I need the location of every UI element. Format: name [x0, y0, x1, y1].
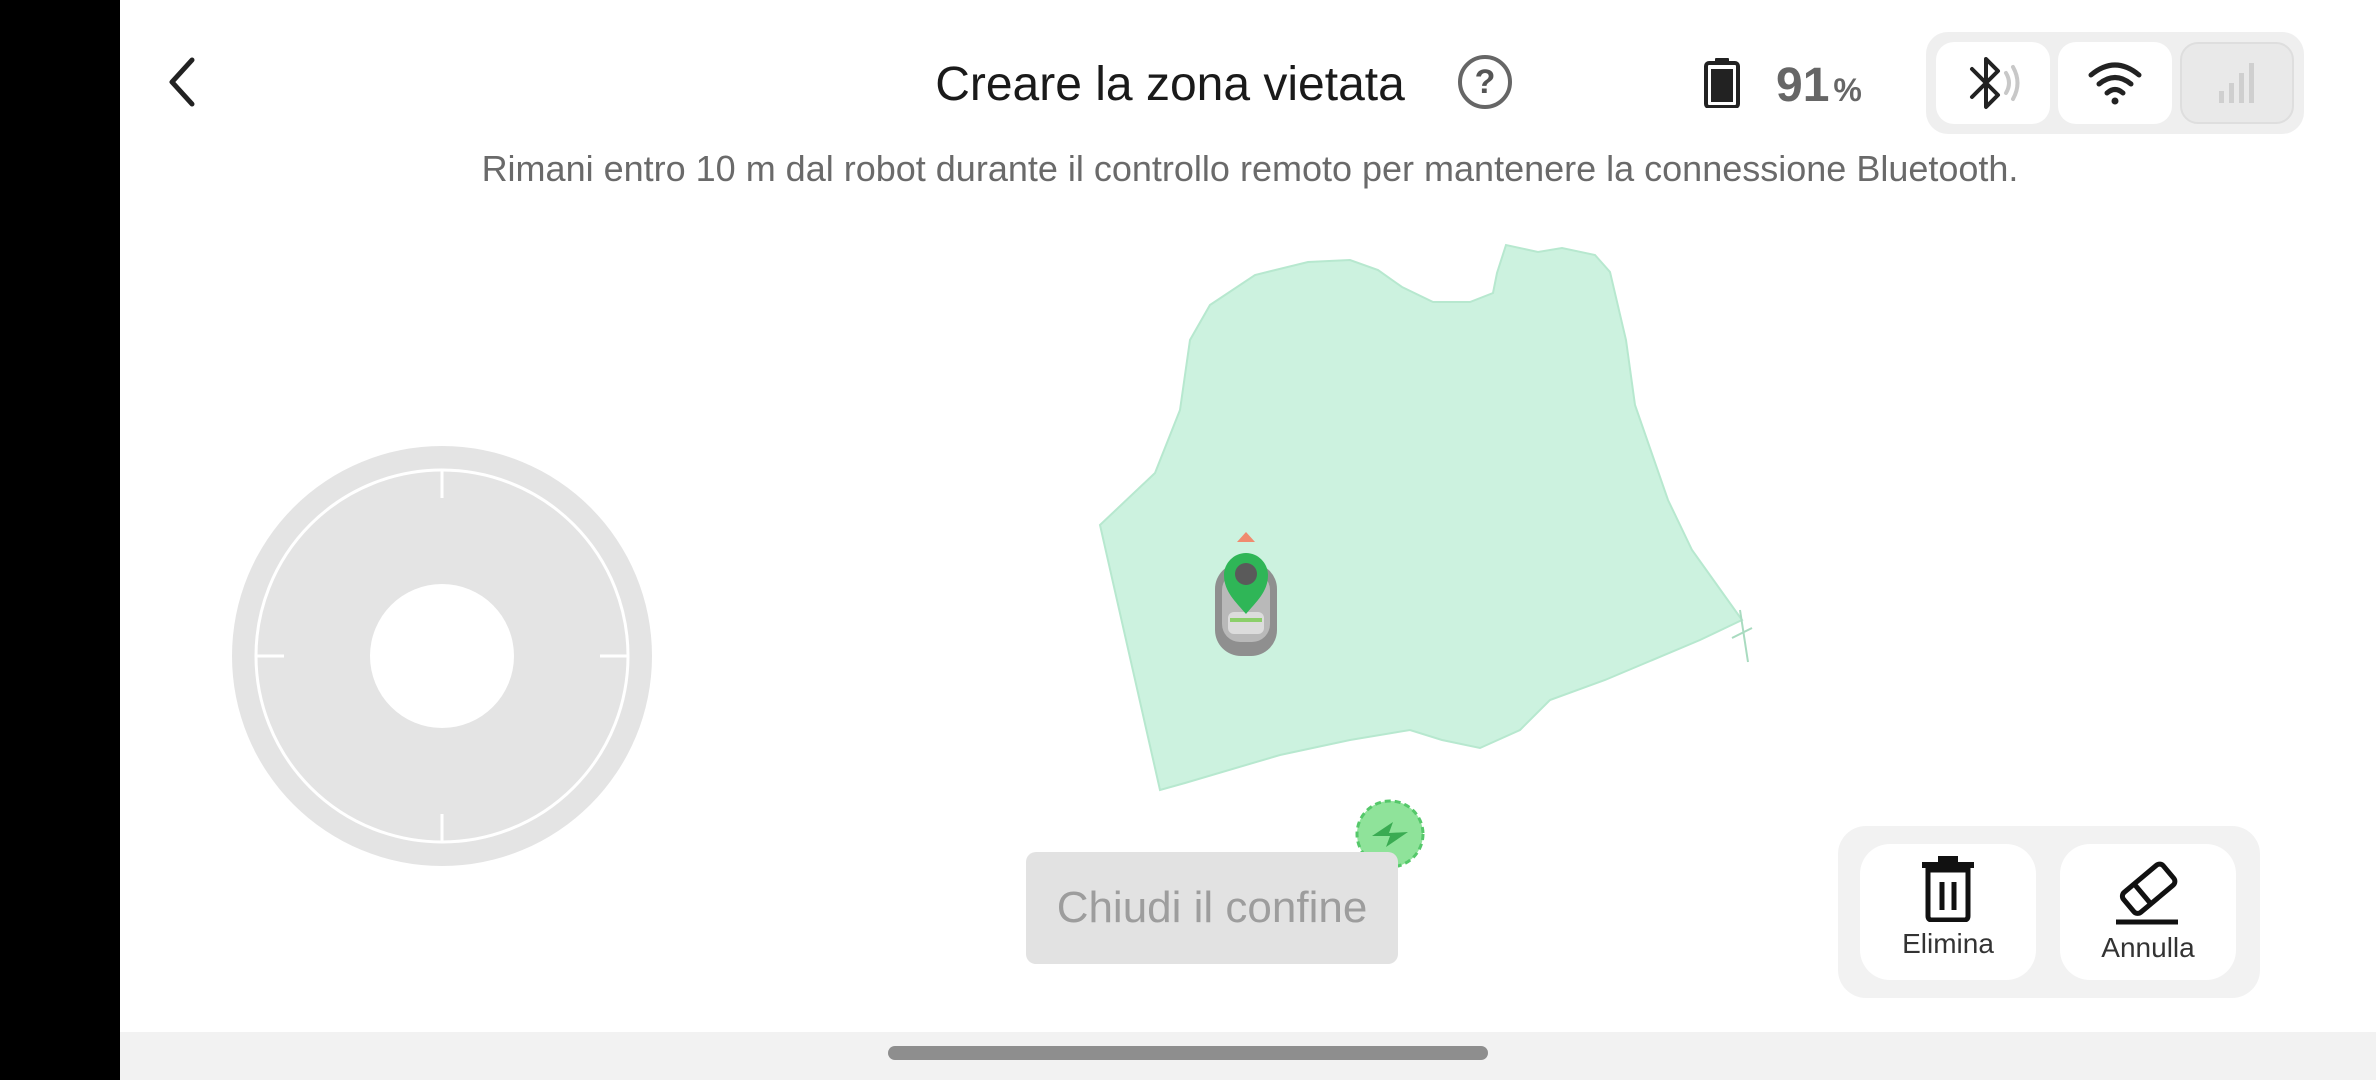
edit-tools-panel: Elimina Annulla	[1838, 826, 2260, 998]
battery-value: 91	[1776, 59, 1830, 112]
bluetooth-range-notice: Rimani entro 10 m dal robot durante il c…	[481, 148, 2019, 189]
zone-map[interactable]	[1050, 230, 1770, 880]
joystick-icon[interactable]	[232, 446, 652, 866]
close-boundary-button[interactable]: Chiudi il confine	[1026, 852, 1398, 964]
undo-button[interactable]: Annulla	[2060, 844, 2236, 980]
joystick-knob	[370, 584, 514, 728]
cellular-button[interactable]	[2180, 42, 2294, 124]
bluetooth-button[interactable]	[1936, 42, 2050, 124]
back-button[interactable]	[150, 50, 214, 114]
undo-label: Annulla	[2101, 932, 2195, 963]
wifi-icon	[2088, 62, 2142, 105]
boundary-end-marker	[1739, 609, 1749, 663]
battery-unit: %	[1833, 72, 1862, 108]
wifi-button[interactable]	[2058, 42, 2172, 124]
no-go-zone-area	[1098, 243, 1744, 792]
page-title: Creare la zona vietata	[935, 57, 1405, 111]
connection-panel	[1926, 32, 2304, 134]
battery-icon	[1704, 58, 1740, 108]
chevron-left-icon	[169, 57, 195, 107]
trash-icon	[1922, 856, 1974, 922]
delete-button[interactable]: Elimina	[1860, 844, 2036, 980]
delete-label: Elimina	[1902, 928, 1994, 959]
left-edge-bar	[0, 0, 120, 1080]
battery-level: 91 %	[1776, 58, 1862, 112]
cellular-signal-icon	[2219, 63, 2254, 103]
eraser-icon	[2116, 861, 2178, 925]
home-indicator[interactable]	[888, 1046, 1488, 1060]
question-circle-icon[interactable]: ?	[1458, 55, 1512, 109]
bluetooth-icon	[1970, 57, 2020, 109]
